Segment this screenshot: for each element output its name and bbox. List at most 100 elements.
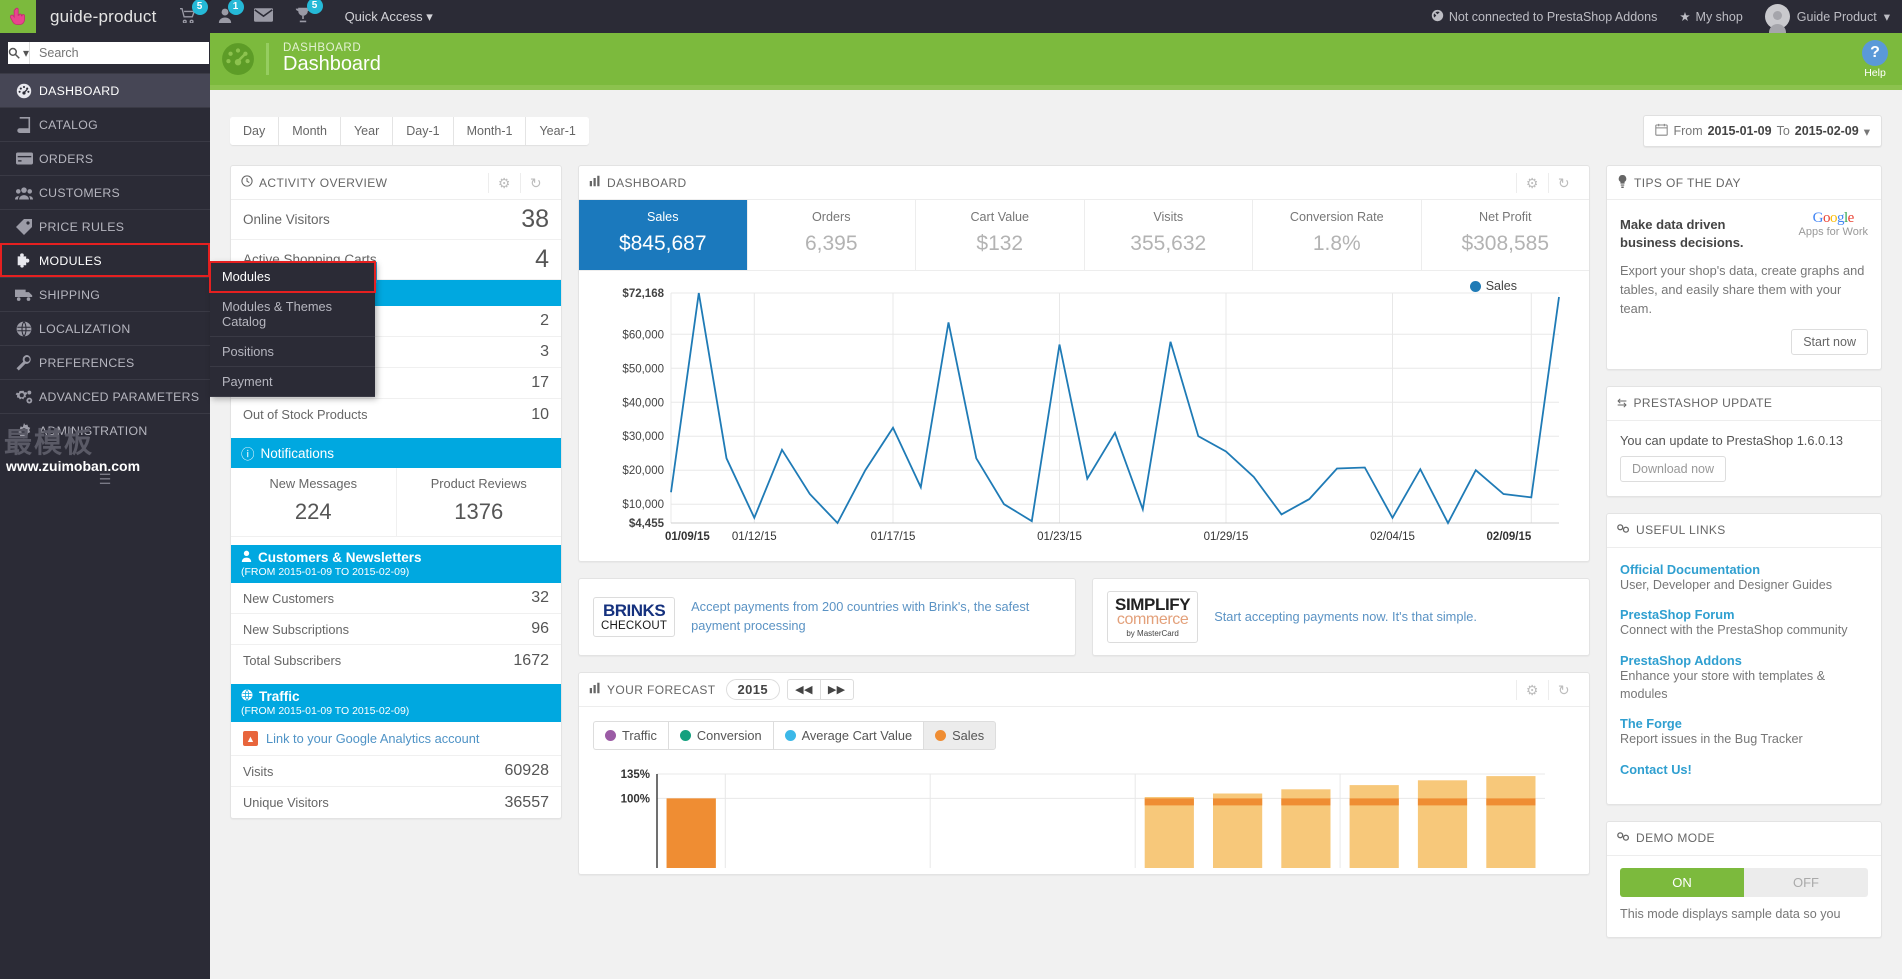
useful-link[interactable]: Contact Us!	[1620, 762, 1868, 777]
modules-menu-item-label: Modules	[222, 269, 271, 284]
modules-menu-item-positions[interactable]: Positions	[210, 337, 375, 367]
useful-link[interactable]: PrestaShop Addons	[1620, 653, 1868, 668]
search-type-button[interactable]: ▾	[8, 42, 31, 64]
range-button-day-1[interactable]: Day-1	[393, 117, 454, 145]
range-button-month[interactable]: Month	[279, 117, 341, 145]
customer-row[interactable]: New Customers 32	[231, 583, 561, 614]
row-value: 3	[540, 343, 549, 360]
kpi-value: 1.8%	[1312, 232, 1361, 255]
kpi-orders[interactable]: Orders 6,395	[748, 200, 916, 270]
kpi-conversion-rate[interactable]: Conversion Rate 1.8%	[1253, 200, 1422, 270]
row-label: New Customers	[243, 590, 335, 606]
notifications-title: Notifications	[260, 445, 335, 461]
useful-link[interactable]: The Forge	[1620, 716, 1868, 731]
user-menu[interactable]: Guide Product ▾	[1764, 4, 1890, 33]
sidebar-item-dashboard[interactable]: DASHBOARD	[0, 73, 210, 107]
kpi-net-profit[interactable]: Net Profit $308,585	[1422, 200, 1590, 270]
page-header: DASHBOARD Dashboard ? Help	[210, 33, 1902, 85]
demo-mode-on-button[interactable]: ON	[1620, 867, 1744, 897]
search-input[interactable]	[30, 42, 210, 64]
useful-link[interactable]: Official Documentation	[1620, 562, 1868, 577]
cart-icon-wrap[interactable]: 5	[179, 0, 208, 26]
activity-overview-header: ACTIVITY OVERVIEW ⚙ ↻	[231, 166, 561, 200]
sidebar-item-orders[interactable]: ORDERS	[0, 141, 210, 175]
customers-section-header: Customers & Newsletters (FROM 2015-01-09…	[231, 545, 561, 583]
row-value: 38	[521, 205, 549, 233]
date-range-picker[interactable]: From 2015-01-09 To 2015-02-09 ▾	[1643, 115, 1882, 147]
gauge-icon	[9, 83, 39, 99]
row-value: 10	[531, 405, 549, 423]
gear-icon[interactable]: ⚙	[487, 172, 520, 193]
refresh-icon[interactable]: ↻	[1547, 679, 1579, 700]
forecast-chip-sales[interactable]: Sales	[923, 721, 997, 751]
customer-row[interactable]: New Subscriptions 96	[231, 614, 561, 645]
modules-menu-item-payment[interactable]: Payment	[210, 367, 375, 397]
forecast-chip-average-cart-value[interactable]: Average Cart Value	[772, 721, 924, 751]
panel-tools: ⚙ ↻	[487, 172, 551, 193]
sidebar-item-modules[interactable]: MODULES	[0, 243, 210, 277]
shop-name[interactable]: guide-product	[50, 7, 157, 27]
refresh-icon[interactable]: ↻	[519, 172, 551, 193]
modules-menu-item-modules-themes-catalog[interactable]: Modules & Themes Catalog	[210, 292, 375, 337]
range-button-year[interactable]: Year	[340, 117, 394, 145]
demo-mode-body: ON OFF This mode displays sample data so…	[1607, 856, 1881, 937]
sales-line-series	[670, 292, 1560, 525]
kpi-row: Sales $845,687 Orders 6,395 Cart Value $…	[579, 200, 1589, 271]
brinks-banner[interactable]: BRINKS CHECKOUT Accept payments from 200…	[578, 578, 1076, 657]
modules-menu-item-modules[interactable]: Modules	[209, 261, 376, 293]
addons-status[interactable]: Not connected to PrestaShop Addons	[1431, 9, 1657, 25]
quick-access-menu[interactable]: Quick Access ▾	[345, 9, 433, 25]
range-button-month-1[interactable]: Month-1	[453, 117, 527, 145]
my-shop-label: My shop	[1695, 9, 1743, 24]
dashboard-columns: ACTIVITY OVERVIEW ⚙ ↻ Online Visitors 38…	[210, 147, 1902, 939]
pending-row[interactable]: Out of Stock Products 10	[231, 399, 561, 430]
range-button-year-1[interactable]: Year-1	[526, 117, 589, 145]
tips-title: TIPS OF THE DAY	[1634, 175, 1741, 190]
gear-icon[interactable]: ⚙	[1515, 172, 1548, 193]
my-shop-link[interactable]: ★ My shop	[1679, 9, 1743, 25]
demo-mode-off-button[interactable]: OFF	[1744, 867, 1868, 897]
kpi-cart-value[interactable]: Cart Value $132	[916, 200, 1085, 270]
kpi-visits[interactable]: Visits 355,632	[1085, 200, 1253, 270]
chart-legend[interactable]: Sales	[1469, 279, 1517, 293]
sidebar-item-shipping[interactable]: SHIPPING	[0, 277, 210, 311]
mail-icon-wrap[interactable]	[253, 8, 273, 25]
help-button[interactable]: ? Help	[1862, 39, 1888, 79]
useful-link-block: PrestaShop Addons Enhance your store wit…	[1620, 653, 1868, 703]
gear-icon[interactable]: ⚙	[1515, 679, 1548, 700]
kpi-sales[interactable]: Sales $845,687	[579, 200, 748, 270]
range-button-day[interactable]: Day	[230, 117, 280, 145]
fast-backward-icon[interactable]: ◀◀	[788, 680, 821, 700]
tips-start-now-button[interactable]: Start now	[1791, 328, 1868, 355]
forecast-year[interactable]: 2015	[725, 679, 781, 701]
logo-button[interactable]	[0, 0, 36, 33]
forecast-chip-traffic[interactable]: Traffic	[593, 721, 668, 751]
quick-access-label: Quick Access	[344, 8, 423, 24]
forecast-chip-conversion[interactable]: Conversion	[667, 721, 773, 751]
useful-link[interactable]: PrestaShop Forum	[1620, 607, 1868, 622]
sidebar-item-label: CATALOG	[39, 117, 99, 132]
sidebar-item-localization[interactable]: LOCALIZATION	[0, 311, 210, 345]
sidebar-item-preferences[interactable]: PREFERENCES	[0, 345, 210, 379]
fast-forward-icon[interactable]: ▶▶	[821, 680, 853, 699]
sidebar-item-label: ORDERS	[39, 151, 94, 166]
chevron-down-icon: ▾	[426, 8, 433, 24]
row-value: 32	[531, 589, 549, 606]
sidebar-item-catalog[interactable]: CATALOG	[0, 107, 210, 141]
traffic-row[interactable]: Visits 60928	[231, 756, 561, 787]
customer-row[interactable]: Total Subscribers 1672	[231, 645, 561, 676]
sidebar-item-customers[interactable]: CUSTOMERS	[0, 175, 210, 209]
useful-link-block: PrestaShop Forum Connect with the Presta…	[1620, 607, 1868, 640]
download-now-button[interactable]: Download now	[1620, 455, 1726, 482]
sidebar-item-price-rules[interactable]: PRICE RULES	[0, 209, 210, 243]
traffic-row[interactable]: Unique Visitors 36557	[231, 787, 561, 818]
customer-icon-wrap[interactable]: 1	[218, 0, 244, 26]
simplify-banner[interactable]: SIMPLIFY commerce by MasterCard Start ac…	[1092, 578, 1590, 657]
trophy-icon-wrap[interactable]: 5	[295, 0, 323, 26]
sidebar-item-advanced-parameters[interactable]: ADVANCED PARAMETERS	[0, 379, 210, 413]
date-to-value: 2015-02-09	[1794, 124, 1859, 138]
google-analytics-link[interactable]: ▲ Link to your Google Analytics account	[231, 722, 561, 756]
refresh-icon[interactable]: ↻	[1547, 172, 1579, 193]
sidebar-collapse-button[interactable]: ☰	[0, 471, 210, 488]
y-axis-tick-label: $30,000	[622, 431, 664, 443]
